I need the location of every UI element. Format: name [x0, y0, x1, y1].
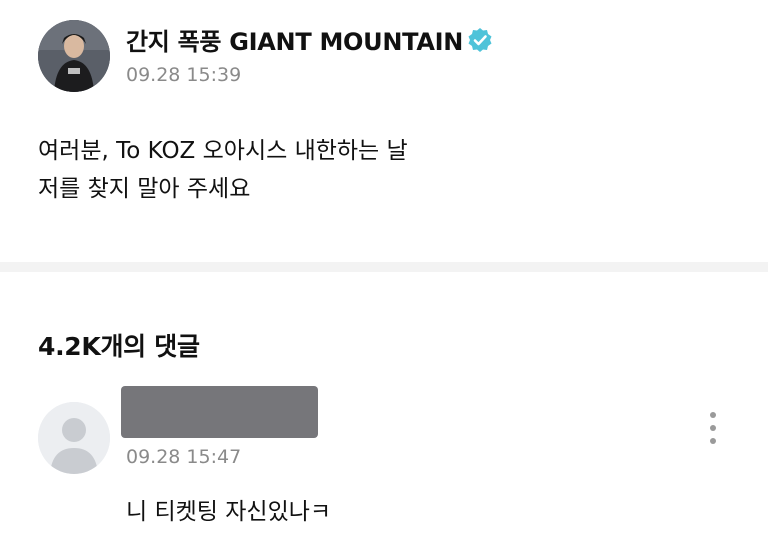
default-user-icon [38, 402, 110, 474]
more-options-button[interactable] [698, 408, 728, 448]
comment-text: 니 티켓팅 자신있나ㅋ [126, 499, 332, 525]
comments-count-heading: 4.2K개의 댓글 [38, 332, 200, 361]
verified-badge-icon [468, 27, 492, 52]
comment-timestamp: 09.28 15:47 [126, 446, 242, 468]
post-body-line: 여러분, To KOZ 오아시스 내한하는 날 [38, 138, 408, 164]
more-vertical-icon [710, 425, 716, 431]
author-name-text[interactable]: 간지 폭풍 GIANT MOUNTAIN [126, 22, 463, 57]
post-timestamp: 09.28 15:39 [126, 64, 242, 86]
more-vertical-icon [710, 438, 716, 444]
comment-item: 09.28 15:47 니 티켓팅 자신있나ㅋ [38, 386, 738, 536]
post-body: 여러분, To KOZ 오아시스 내한하는 날 저를 찾지 말아 주세요 [38, 132, 738, 208]
post-body-line: 저를 찾지 말아 주세요 [38, 176, 251, 202]
commenter-avatar[interactable] [38, 402, 110, 474]
author-avatar[interactable] [38, 20, 110, 92]
author-name[interactable]: 간지 폭풍 GIANT MOUNTAIN [126, 22, 493, 57]
section-divider [0, 262, 768, 272]
more-vertical-icon [710, 412, 716, 418]
commenter-name-redacted [121, 386, 318, 438]
post-header: 간지 폭풍 GIANT MOUNTAIN 09.28 15:39 [38, 20, 738, 100]
